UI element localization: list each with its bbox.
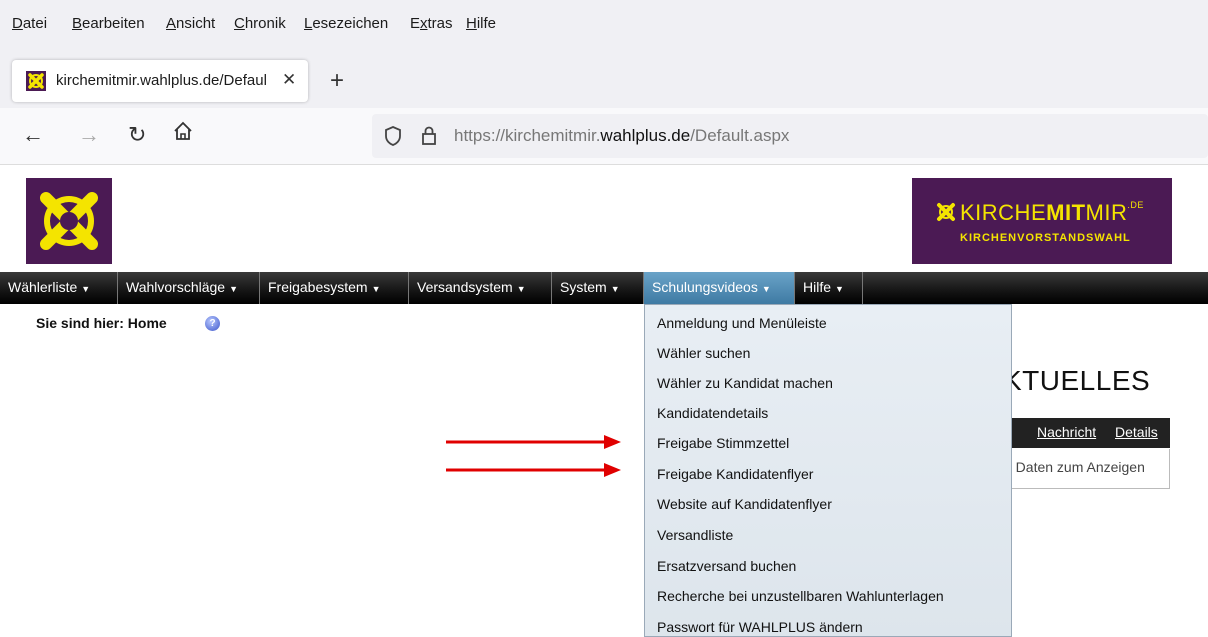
menu-lesezeichen[interactable]: Lesezeichen bbox=[304, 15, 388, 32]
caret-down-icon: ▼ bbox=[835, 284, 844, 294]
nav-system-label: System bbox=[560, 279, 607, 295]
column-nachricht[interactable]: Nachricht bbox=[1037, 424, 1096, 440]
nav-waehlerliste-label: Wählerliste bbox=[8, 279, 78, 295]
url-bar[interactable]: https://kirchemitmir.wahlplus.de/Default… bbox=[372, 114, 1208, 158]
browser-navbar: ← → ↻ https://kirchemitmir.wahlplus.de/D… bbox=[0, 108, 1208, 165]
nav-freigabesystem[interactable]: Freigabesystem ▼ bbox=[260, 272, 409, 304]
help-icon[interactable]: ? bbox=[205, 316, 220, 331]
caret-down-icon: ▼ bbox=[81, 284, 91, 294]
menu-hilfe[interactable]: Hilfe bbox=[466, 15, 496, 32]
reload-icon[interactable]: ↻ bbox=[128, 122, 146, 148]
dropdown-item[interactable]: Passwort für WAHLPLUS ändern bbox=[657, 619, 863, 635]
url-domain: wahlplus.de bbox=[600, 126, 691, 145]
dropdown-item[interactable]: Recherche bei unzustellbaren Wahlunterla… bbox=[657, 588, 944, 604]
wordmark-mir: MIR bbox=[1085, 200, 1128, 225]
dropdown-item[interactable]: Ersatzversand buchen bbox=[657, 558, 796, 574]
nav-hilfe[interactable]: Hilfe ▼ bbox=[795, 272, 863, 304]
kirchemitmir-wordmark[interactable]: KIRCHEMITMIR.DE KIRCHENVORSTANDSWAHL bbox=[912, 178, 1172, 264]
back-arrow-icon[interactable]: ← bbox=[22, 122, 44, 148]
url-scheme: https://kirchemitmir. bbox=[454, 126, 601, 145]
menu-bearbeiten[interactable]: Bearbeiten bbox=[72, 15, 145, 32]
nav-schulungsvideos[interactable]: Schulungsvideos ▼ bbox=[644, 272, 795, 304]
caret-down-icon: ▼ bbox=[516, 284, 526, 294]
dropdown-item[interactable]: Wähler suchen bbox=[657, 345, 750, 361]
nav-system[interactable]: System ▼ bbox=[552, 272, 644, 304]
wordmark-text: KIRCHEMITMIR.DE bbox=[960, 200, 1144, 226]
tab-title: kirchemitmir.wahlplus.de/Default.aspx bbox=[56, 72, 266, 89]
menu-datei-label: atei bbox=[22, 15, 48, 32]
menu-ansicht[interactable]: Ansicht bbox=[166, 15, 215, 32]
wordmark-de: .DE bbox=[1127, 200, 1144, 210]
new-tab-plus-icon[interactable]: + bbox=[330, 67, 344, 95]
menu-extras-pre: E bbox=[410, 15, 421, 32]
menu-bearbeiten-accel: B bbox=[72, 15, 83, 32]
caret-down-icon: ▼ bbox=[610, 284, 620, 294]
caret-down-icon: ▼ bbox=[371, 284, 381, 294]
empty-message: e Daten zum Anzeigen bbox=[1004, 459, 1145, 475]
url-text[interactable]: https://kirchemitmir.wahlplus.de/Default… bbox=[454, 126, 789, 146]
dropdown-item[interactable]: Freigabe Kandidatenflyer bbox=[657, 466, 813, 482]
menu-ansicht-accel: A bbox=[166, 15, 177, 32]
schulungsvideos-dropdown: Anmeldung und Menüleiste Wähler suchen W… bbox=[644, 304, 1012, 637]
browser-menubar: Datei Bearbeiten Ansicht Chronik Lesezei… bbox=[0, 0, 1208, 50]
menu-ansicht-label: nsicht bbox=[176, 15, 216, 32]
url-path: /Default.aspx bbox=[690, 126, 790, 145]
menu-datei[interactable]: Datei bbox=[12, 15, 47, 32]
menu-extras[interactable]: Extras bbox=[410, 15, 453, 32]
dropdown-item[interactable]: Website auf Kandidatenflyer bbox=[657, 496, 832, 512]
forward-arrow-icon[interactable]: → bbox=[78, 122, 100, 148]
browser-tab[interactable]: kirchemitmir.wahlplus.de/Default.aspx ✕ bbox=[12, 60, 308, 102]
nav-wahlvorschlaege-label: Wahlvorschläge bbox=[126, 279, 226, 295]
news-table-empty-row: e Daten zum Anzeigen bbox=[1003, 449, 1170, 489]
tab-close-icon[interactable]: ✕ bbox=[282, 70, 296, 90]
nav-wahlvorschlaege[interactable]: Wahlvorschläge ▼ bbox=[118, 272, 260, 304]
cross-circle-icon bbox=[40, 192, 98, 250]
red-arrow-icon bbox=[446, 463, 621, 477]
nav-hilfe-label: Hilfe bbox=[803, 279, 832, 295]
main-navigation: Wählerliste ▼ Wahlvorschläge ▼ Freigabesys… bbox=[0, 272, 1208, 304]
menu-bearbeiten-label: earbeiten bbox=[82, 15, 145, 32]
menu-datei-accel: D bbox=[12, 15, 23, 32]
nav-schulungsvideos-label: Schulungsvideos bbox=[652, 279, 758, 295]
wordmark-mit: MIT bbox=[1046, 200, 1086, 225]
dropdown-item[interactable]: Freigabe Stimmzettel bbox=[657, 435, 789, 451]
dropdown-item[interactable]: Wähler zu Kandidat machen bbox=[657, 375, 833, 391]
news-table-header: Nachricht Details bbox=[1003, 418, 1170, 448]
nav-versandsystem-label: Versandsystem bbox=[417, 279, 513, 295]
red-arrow-icon bbox=[446, 435, 621, 449]
caret-down-icon: ▼ bbox=[761, 284, 771, 294]
wordmark-subtitle: KIRCHENVORSTANDSWAHL bbox=[960, 232, 1131, 244]
menu-hilfe-accel: H bbox=[466, 15, 477, 32]
menu-hilfe-label: ilfe bbox=[476, 15, 497, 32]
news-heading: KTUELLES bbox=[1003, 365, 1151, 396]
menu-chronik-label: hronik bbox=[244, 15, 286, 32]
column-details[interactable]: Details bbox=[1115, 424, 1158, 440]
menu-lesezeichen-label: esezeichen bbox=[312, 15, 389, 32]
dropdown-item[interactable]: Versandliste bbox=[657, 527, 733, 543]
nav-freigabesystem-label: Freigabesystem bbox=[268, 279, 368, 295]
wordmark-kirche: KIRCHE bbox=[960, 200, 1047, 225]
home-icon[interactable] bbox=[172, 120, 194, 148]
cross-icon bbox=[936, 202, 956, 227]
nav-versandsystem[interactable]: Versandsystem ▼ bbox=[409, 272, 552, 304]
menu-chronik-accel: C bbox=[234, 15, 245, 32]
kirchemitmir-logo[interactable] bbox=[26, 178, 112, 264]
dropdown-item[interactable]: Kandidatendetails bbox=[657, 405, 768, 421]
dropdown-item[interactable]: Anmeldung und Menüleiste bbox=[657, 315, 827, 331]
menu-chronik[interactable]: Chronik bbox=[234, 15, 286, 32]
menu-extras-accel: x bbox=[420, 15, 428, 32]
tracking-shield-icon[interactable] bbox=[384, 125, 402, 152]
caret-down-icon: ▼ bbox=[229, 284, 239, 294]
nav-waehlerliste[interactable]: Wählerliste ▼ bbox=[0, 272, 118, 304]
breadcrumb: Sie sind hier: Home bbox=[36, 315, 167, 331]
lock-icon[interactable] bbox=[420, 124, 438, 151]
menu-extras-label: tras bbox=[427, 15, 453, 32]
kirchemitmir-favicon-icon bbox=[26, 71, 46, 91]
